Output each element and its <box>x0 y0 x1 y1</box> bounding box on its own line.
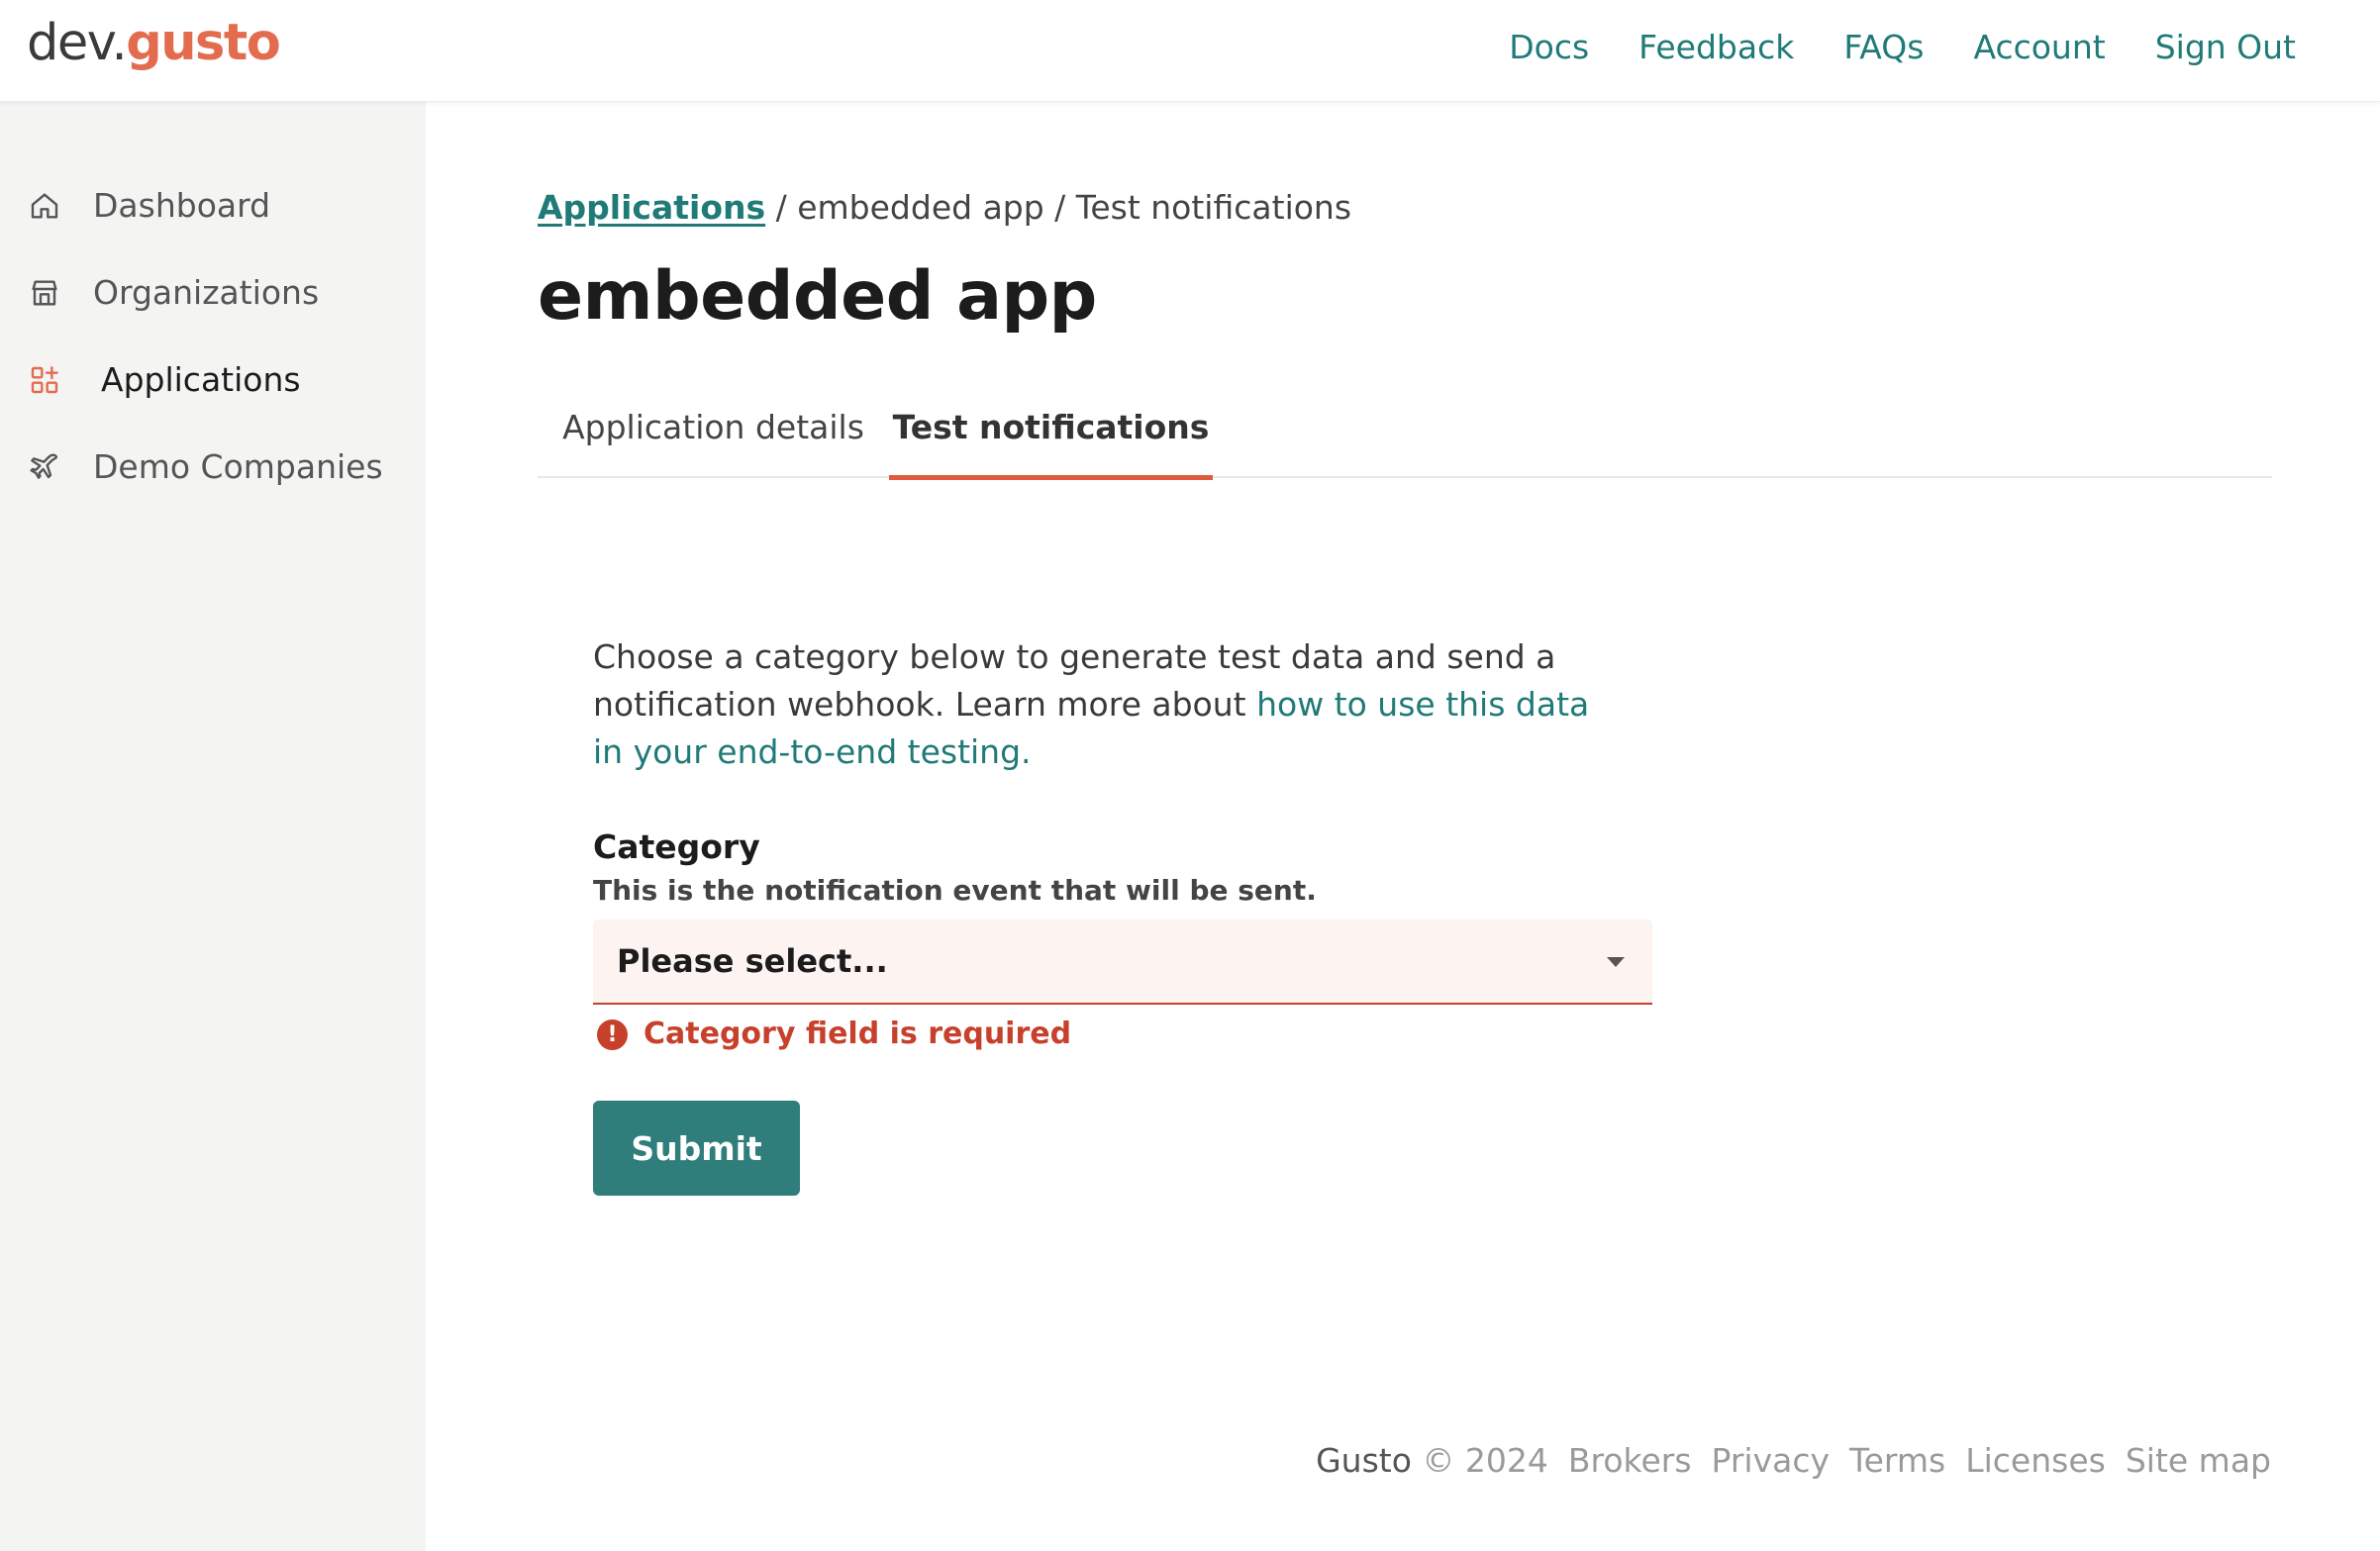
home-icon <box>28 189 61 223</box>
footer-link-brokers[interactable]: Brokers <box>1568 1437 1692 1485</box>
category-select-value: Please select... <box>617 942 888 980</box>
category-error: ! Category field is required <box>597 1014 1071 1055</box>
intro-text: Choose a category below to generate test… <box>593 637 1590 771</box>
nav-docs[interactable]: Docs <box>1509 25 1589 69</box>
sidebar-item-label: Demo Companies <box>93 447 383 486</box>
nav-sign-out[interactable]: Sign Out <box>2155 25 2296 69</box>
footer-copyright: Gusto © 2024 <box>1316 1441 1548 1480</box>
nav-faqs[interactable]: FAQs <box>1843 25 1924 69</box>
dev-gusto-logo[interactable]: dev.gusto <box>27 14 281 73</box>
category-help-text: This is the notification event that will… <box>593 874 1317 907</box>
tab-bar: Application details Test notifications <box>538 396 2272 480</box>
caret-down-icon <box>1607 957 1625 967</box>
top-header: dev.gusto Docs Feedback FAQs Account Sig… <box>0 0 2380 102</box>
footer-link-terms[interactable]: Terms <box>1849 1437 1945 1485</box>
breadcrumb-rest: / embedded app / Test notifications <box>765 188 1352 227</box>
sidebar: Dashboard Organizations Applications Dem… <box>0 102 426 1551</box>
sidebar-item-label: Dashboard <box>93 186 271 225</box>
tab-test-notifications[interactable]: Test notifications <box>889 396 1213 480</box>
page-title: embedded app <box>538 257 1097 336</box>
sidebar-item-label: Applications <box>101 360 301 399</box>
footer-link-licenses[interactable]: Licenses <box>1965 1437 2106 1485</box>
category-label: Category <box>593 827 760 866</box>
breadcrumb-applications-link[interactable]: Applications <box>538 188 765 227</box>
error-icon: ! <box>597 1018 628 1050</box>
footer-link-site-map[interactable]: Site map <box>2126 1437 2271 1485</box>
nav-feedback[interactable]: Feedback <box>1638 25 1794 69</box>
footer: Gusto © 2024 Brokers Privacy Terms Licen… <box>1316 1437 2271 1485</box>
category-select[interactable]: Please select... <box>593 920 1652 1005</box>
tab-application-details[interactable]: Application details <box>538 396 889 478</box>
sidebar-item-organizations[interactable]: Organizations <box>28 263 319 323</box>
sidebar-item-label: Organizations <box>93 273 320 312</box>
apps-grid-icon <box>28 363 61 397</box>
category-error-text: Category field is required <box>644 1017 1072 1051</box>
footer-link-privacy[interactable]: Privacy <box>1712 1437 1830 1485</box>
nav-account[interactable]: Account <box>1973 25 2105 69</box>
breadcrumb: Applications / embedded app / Test notif… <box>538 184 1351 232</box>
sidebar-item-applications[interactable]: Applications <box>28 350 301 410</box>
submit-button[interactable]: Submit <box>593 1101 800 1196</box>
sidebar-item-demo-companies[interactable]: Demo Companies <box>28 437 383 497</box>
sidebar-item-dashboard[interactable]: Dashboard <box>28 176 270 236</box>
store-icon <box>28 276 61 310</box>
top-nav: Docs Feedback FAQs Account Sign Out <box>1509 25 2296 69</box>
airplane-icon <box>28 450 61 484</box>
